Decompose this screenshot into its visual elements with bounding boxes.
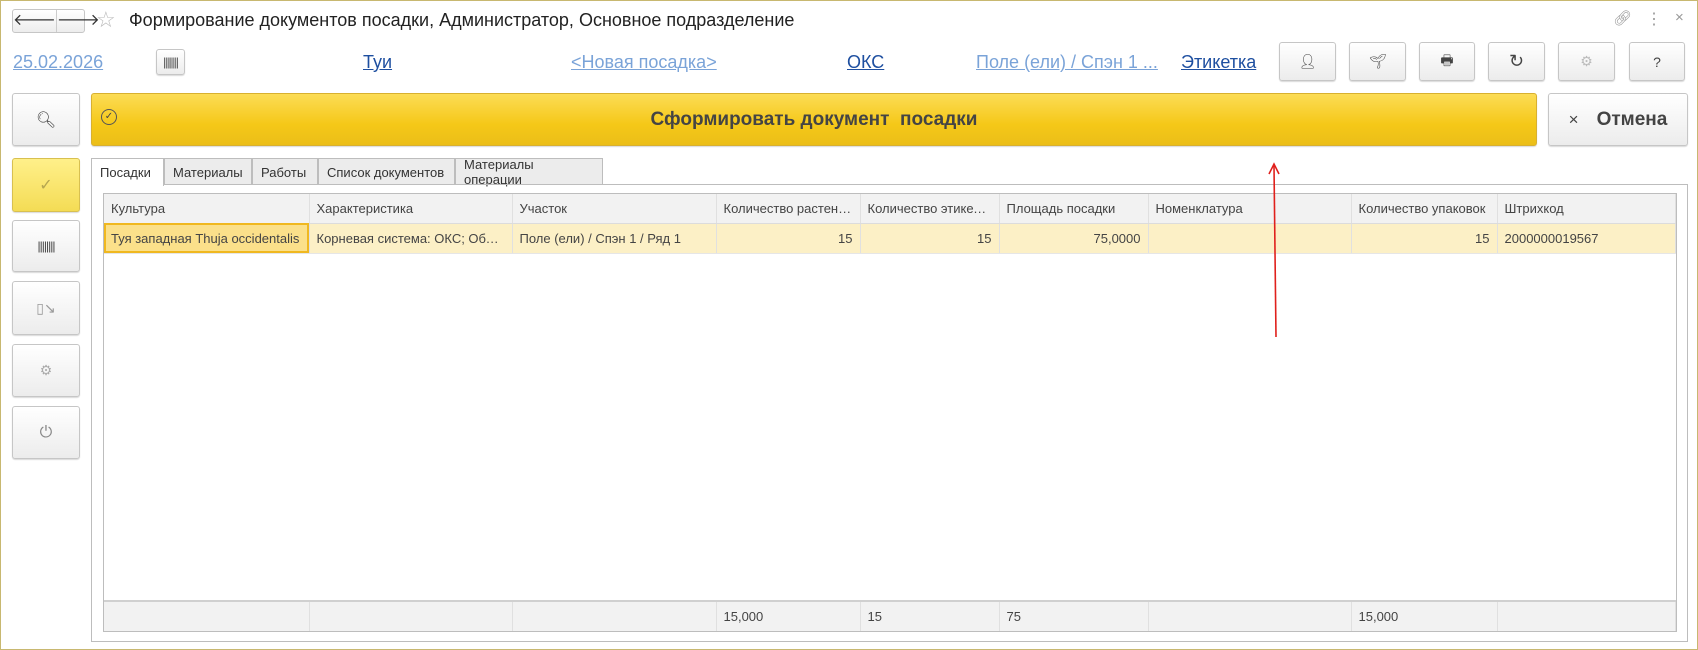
- tab-label: Список документов: [327, 164, 445, 180]
- cell-package-count[interactable]: 15: [1351, 223, 1498, 254]
- barcode-icon: ||||||||: [37, 239, 56, 253]
- gear-icon: ⚙: [1580, 53, 1593, 69]
- total-label-count: 15: [860, 600, 1000, 631]
- table-footer: 15,000 15 75 15,000: [104, 600, 1676, 631]
- cell-characteristic[interactable]: Корневая система: ОКС; Объем: [309, 223, 513, 254]
- sprout-icon: 🌱︎: [1368, 53, 1387, 69]
- total-package-count: 15,000: [1351, 600, 1498, 631]
- total-plot: [512, 600, 717, 631]
- refresh-button[interactable]: ↻: [1488, 42, 1545, 81]
- cancel-button[interactable]: × Отмена: [1548, 93, 1688, 146]
- table-row[interactable]: Туя западная Thuja occidentalis Корневая…: [104, 223, 1676, 254]
- cell-label-count[interactable]: 15: [860, 223, 1000, 254]
- power-icon: ⏻: [39, 423, 53, 441]
- close-icon[interactable]: ×: [1675, 9, 1684, 26]
- tab-label: Посадки: [100, 165, 151, 180]
- barcode-scan-button[interactable]: ||||||||: [12, 220, 80, 272]
- barcode-icon: |||||||: [163, 55, 179, 69]
- check-circle-icon: ✓: [101, 109, 117, 125]
- refresh-icon: ↻: [1508, 51, 1525, 71]
- col-plot[interactable]: Участок: [512, 194, 717, 224]
- col-nomenclature[interactable]: Номенклатура: [1148, 194, 1352, 224]
- tab-label: Материалы операции: [464, 157, 534, 187]
- link-icon[interactable]: 🔗︎: [1613, 9, 1632, 27]
- col-package-count[interactable]: Количество упаковок: [1351, 194, 1498, 224]
- total-nomenclature: [1148, 600, 1352, 631]
- tab-materials[interactable]: Материалы: [164, 158, 252, 185]
- window-title: Формирование документов посадки, Админис…: [129, 10, 795, 30]
- side-settings-button[interactable]: ⚙: [12, 344, 80, 397]
- table-header: Культура Характеристика Участок Количест…: [104, 194, 1676, 224]
- cell-area[interactable]: 75,0000: [999, 223, 1149, 254]
- user-icon: 👤︎: [1298, 53, 1317, 69]
- total-plant-count: 15,000: [716, 600, 861, 631]
- tab-operation-materials[interactable]: Материалы операции: [455, 157, 603, 187]
- cancel-label: Отмена: [1596, 108, 1668, 130]
- confirm-button[interactable]: ✓: [12, 158, 80, 212]
- tab-documents[interactable]: Список документов: [318, 158, 455, 185]
- cell-culture[interactable]: Туя западная Thuja occidentalis: [104, 223, 310, 254]
- user-button[interactable]: 👤︎: [1279, 42, 1336, 81]
- tab-works[interactable]: Работы: [252, 158, 318, 185]
- total-area: 75: [999, 600, 1149, 631]
- search-button[interactable]: 🔍︎: [12, 93, 80, 146]
- tab-label: Материалы: [173, 164, 243, 180]
- barcode-button[interactable]: |||||||: [156, 49, 185, 75]
- col-label-count[interactable]: Количество этикеток: [860, 194, 1000, 224]
- more-menu-icon[interactable]: ⋮: [1646, 9, 1662, 29]
- col-culture[interactable]: Культура: [104, 194, 310, 224]
- print-button[interactable]: 🖶: [1419, 42, 1475, 81]
- cell-nomenclature[interactable]: [1148, 223, 1352, 254]
- create-document-label: Сформировать документ посадки: [650, 108, 978, 130]
- nav-buttons: 🡐 🡒: [12, 9, 100, 33]
- planting-link[interactable]: <Новая посадка>: [571, 52, 717, 73]
- gear-icon: ⚙: [39, 362, 53, 378]
- planting-button[interactable]: 🌱︎: [1349, 42, 1406, 81]
- location-link[interactable]: Поле (ели) / Спэн 1 ...: [976, 52, 1158, 73]
- printer-icon: 🖶: [1440, 51, 1454, 68]
- total-characteristic: [309, 600, 513, 631]
- close-icon: ×: [1568, 109, 1579, 129]
- help-label: ?: [1653, 53, 1661, 70]
- terminal-export-button[interactable]: ▯↘: [12, 281, 80, 335]
- total-culture: [104, 600, 310, 631]
- root-system-link[interactable]: ОКС: [847, 52, 884, 73]
- cell-plot[interactable]: Поле (ели) / Спэн 1 / Ряд 1: [512, 223, 717, 254]
- create-document-button[interactable]: ✓ Сформировать документ посадки: [91, 93, 1537, 146]
- annotation-arrow-icon: [1268, 162, 1280, 338]
- forward-arrow-icon[interactable]: 🡒: [57, 10, 100, 32]
- help-button[interactable]: ?: [1629, 42, 1685, 81]
- favorite-star-icon[interactable]: ☆: [96, 7, 116, 33]
- culture-link[interactable]: Туи: [363, 52, 392, 73]
- terminal-export-icon: ▯↘: [36, 299, 56, 316]
- settings-button[interactable]: ⚙: [1558, 42, 1615, 81]
- date-link[interactable]: 25.02.2026: [13, 52, 103, 73]
- plantings-table: Культура Характеристика Участок Количест…: [103, 193, 1677, 632]
- tab-plantings[interactable]: Посадки: [91, 158, 164, 186]
- total-barcode: [1497, 600, 1676, 631]
- label-link[interactable]: Этикетка: [1181, 52, 1256, 73]
- col-area[interactable]: Площадь посадки: [999, 194, 1149, 224]
- col-plant-count[interactable]: Количество растений: [716, 194, 861, 224]
- cell-plant-count[interactable]: 15: [716, 223, 861, 254]
- check-circle-icon: ✓: [39, 177, 53, 194]
- col-barcode[interactable]: Штрихкод: [1497, 194, 1676, 224]
- power-button[interactable]: ⏻: [12, 406, 80, 459]
- search-icon: 🔍︎: [35, 111, 57, 129]
- tab-label: Работы: [261, 164, 307, 180]
- col-characteristic[interactable]: Характеристика: [309, 194, 513, 224]
- back-arrow-icon[interactable]: 🡐: [13, 10, 57, 32]
- cell-barcode[interactable]: 2000000019567: [1497, 223, 1676, 254]
